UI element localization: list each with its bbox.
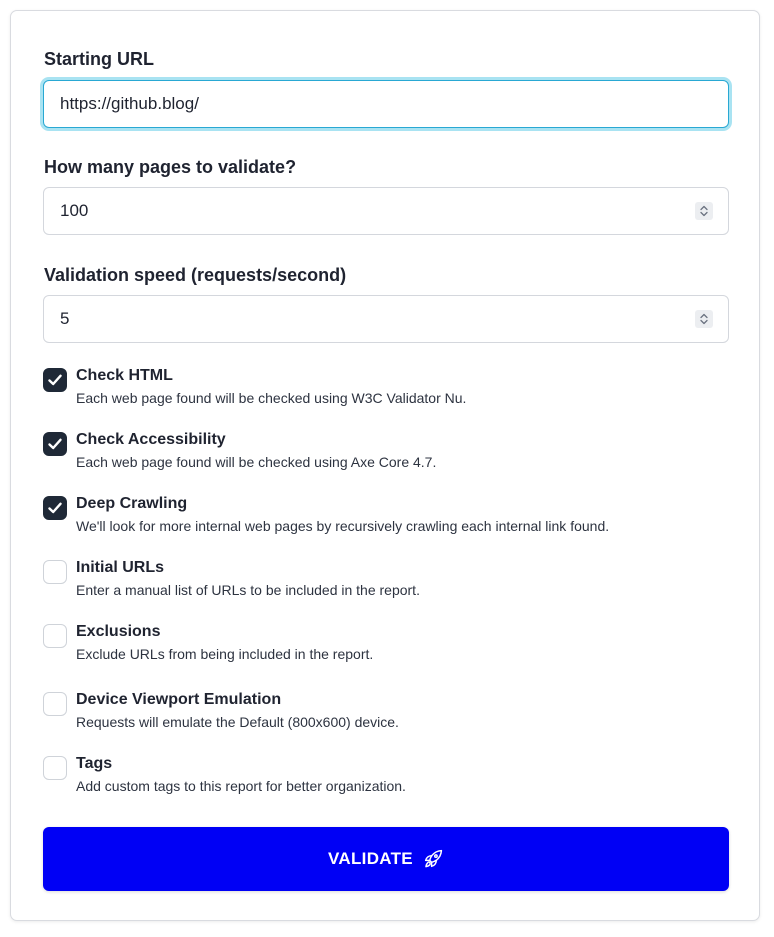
- starting-url-input[interactable]: [43, 80, 729, 128]
- tags-description: Add custom tags to this report for bette…: [76, 778, 406, 794]
- check-html-title: Check HTML: [76, 367, 173, 384]
- option-initial-urls: Initial URLs Enter a manual list of URLs…: [43, 558, 733, 598]
- device-viewport-emulation-title: Device Viewport Emulation: [76, 691, 282, 708]
- option-deep-crawling: Deep Crawling We'll look for more intern…: [43, 494, 733, 534]
- validation-speed-label: Validation speed (requests/second): [44, 265, 347, 285]
- validation-speed-field: [43, 295, 729, 343]
- option-device-viewport-emulation: Device Viewport Emulation Requests will …: [43, 690, 733, 730]
- option-check-html: Check HTML Each web page found will be c…: [43, 366, 733, 406]
- deep-crawling-title: Deep Crawling: [76, 495, 188, 512]
- check-accessibility-checkbox[interactable]: [43, 432, 67, 456]
- starting-url-label: Starting URL: [44, 49, 154, 69]
- validate-button-label: VALIDATE: [328, 849, 413, 868]
- initial-urls-title: Initial URLs: [76, 559, 165, 576]
- rocket-icon: [422, 848, 444, 870]
- initial-urls-description: Enter a manual list of URLs to be includ…: [76, 582, 420, 598]
- pages-count-input[interactable]: [43, 187, 729, 235]
- initial-urls-checkbox[interactable]: [43, 560, 67, 584]
- deep-crawling-description: We'll look for more internal web pages b…: [76, 518, 610, 534]
- deep-crawling-checkbox[interactable]: [43, 496, 67, 520]
- validation-speed-input[interactable]: [43, 295, 729, 343]
- exclusions-checkbox[interactable]: [43, 624, 67, 648]
- check-accessibility-title: Check Accessibility: [76, 431, 226, 448]
- device-viewport-emulation-checkbox[interactable]: [43, 692, 67, 716]
- exclusions-description: Exclude URLs from being included in the …: [76, 646, 374, 662]
- validate-button[interactable]: VALIDATE: [43, 827, 729, 891]
- check-html-checkbox[interactable]: [43, 368, 67, 392]
- validation-form-card: Starting URL How many pages to validate?…: [10, 10, 760, 921]
- option-check-accessibility: Check Accessibility Each web page found …: [43, 430, 733, 470]
- tags-title: Tags: [76, 755, 113, 772]
- pages-count-label: How many pages to validate?: [44, 157, 297, 177]
- device-viewport-emulation-description: Requests will emulate the Default (800x6…: [76, 714, 399, 730]
- option-exclusions: Exclusions Exclude URLs from being inclu…: [43, 622, 733, 662]
- pages-count-stepper-icon[interactable]: [695, 202, 713, 220]
- tags-checkbox[interactable]: [43, 756, 67, 780]
- pages-count-field: [43, 187, 729, 235]
- exclusions-title: Exclusions: [76, 623, 161, 640]
- check-html-description: Each web page found will be checked usin…: [76, 390, 467, 406]
- option-tags: Tags Add custom tags to this report for …: [43, 754, 733, 794]
- check-accessibility-description: Each web page found will be checked usin…: [76, 454, 437, 470]
- validation-speed-stepper-icon[interactable]: [695, 310, 713, 328]
